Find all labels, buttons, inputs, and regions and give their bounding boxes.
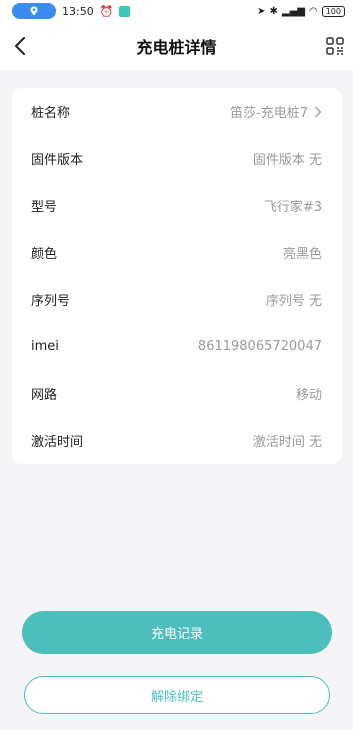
detail-row-serial: 序列号 序列号 无 xyxy=(12,276,342,323)
row-value: 移动 xyxy=(295,388,322,403)
row-label: 网路 xyxy=(31,388,58,403)
chevron-right-icon xyxy=(315,106,322,117)
status-right: ➤ ✱ ▂▄▆ ◠ 100 xyxy=(257,5,345,17)
row-value: 861198065720047 xyxy=(197,339,322,354)
status-time: 13:50 xyxy=(62,4,94,18)
row-label: 桩名称 xyxy=(31,106,71,121)
detail-row-color: 颜色 亮黑色 xyxy=(12,229,342,276)
detail-card: 桩名称 笛莎-充电桩7 固件版本 固件版本 无 型号 飞行家#3 颜色 亮黑色 … xyxy=(12,88,342,464)
row-value: 亮黑色 xyxy=(282,247,322,262)
wifi-icon: ◠ xyxy=(308,5,318,17)
unbind-button[interactable]: 解除绑定 xyxy=(24,676,330,714)
status-bar: 13:50 ⏰ ➤ ✱ ▂▄▆ ◠ 100 xyxy=(0,0,353,22)
row-value: 飞行家#3 xyxy=(263,200,322,215)
row-label: 颜色 xyxy=(31,247,58,262)
detail-row-activation: 激活时间 激活时间 无 xyxy=(12,417,342,464)
navigation-arrow-icon: ➤ xyxy=(257,5,266,17)
detail-row-imei: imei 861198065720047 xyxy=(12,323,342,370)
row-label: 型号 xyxy=(31,200,58,215)
charge-records-button[interactable]: 充电记录 xyxy=(22,611,332,654)
row-label: 激活时间 xyxy=(31,435,84,450)
scan-icon[interactable] xyxy=(321,32,349,60)
location-pin-icon xyxy=(30,6,38,16)
detail-row-model: 型号 飞行家#3 xyxy=(12,182,342,229)
row-value: 激活时间 无 xyxy=(252,435,322,450)
row-label: 固件版本 xyxy=(31,153,84,168)
row-value: 固件版本 无 xyxy=(252,153,322,168)
back-icon[interactable] xyxy=(6,32,34,60)
alarm-off-icon: ⏰ xyxy=(99,4,114,18)
row-value: 序列号 无 xyxy=(265,294,322,309)
location-pill xyxy=(12,3,56,19)
row-value: 笛莎-充电桩7 xyxy=(230,102,322,121)
row-label: 序列号 xyxy=(31,294,71,309)
battery-icon: 100 xyxy=(321,5,345,17)
detail-row-name[interactable]: 桩名称 笛莎-充电桩7 xyxy=(12,88,342,135)
bluetooth-icon: ✱ xyxy=(269,5,278,17)
name-value: 笛莎-充电桩7 xyxy=(230,106,308,121)
status-left: 13:50 ⏰ xyxy=(12,3,131,19)
detail-row-firmware: 固件版本 固件版本 无 xyxy=(12,135,342,182)
row-label: imei xyxy=(31,339,59,354)
signal-icon: ▂▄▆ xyxy=(281,5,305,17)
page-title: 充电桩详情 xyxy=(136,38,217,57)
app-notification-icon xyxy=(119,5,131,17)
detail-row-network: 网路 移动 xyxy=(12,370,342,417)
header: 充电桩详情 xyxy=(0,22,353,70)
